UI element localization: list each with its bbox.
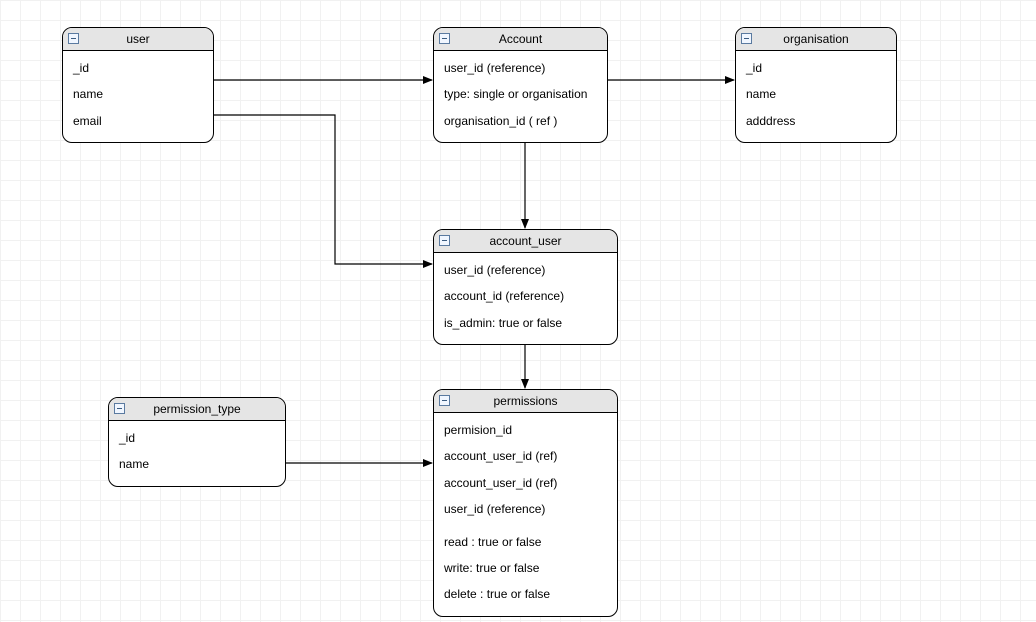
entity-field: user_id (reference) (442, 55, 599, 81)
entity-field: user_id (reference) (442, 496, 609, 522)
entity-permissions[interactable]: permissions permision_id account_user_id… (433, 389, 618, 617)
entity-header[interactable]: user (63, 28, 213, 51)
entity-body: _id name adddress (736, 51, 896, 142)
entity-field: name (71, 81, 205, 107)
entity-field: _id (117, 425, 277, 451)
collapse-icon[interactable] (439, 395, 450, 406)
entity-header[interactable]: permission_type (109, 398, 285, 421)
entity-field: organisation_id ( ref ) (442, 108, 599, 134)
entity-field: name (117, 451, 277, 477)
entity-permission-type[interactable]: permission_type _id name (108, 397, 286, 487)
entity-header[interactable]: Account (434, 28, 607, 51)
entity-field: account_user_id (ref) (442, 443, 609, 469)
diagram-canvas[interactable]: user _id name email Account user_id (ref… (0, 0, 1036, 622)
entity-field: name (744, 81, 888, 107)
entity-title: account_user (489, 234, 561, 248)
entity-account[interactable]: Account user_id (reference) type: single… (433, 27, 608, 143)
collapse-icon[interactable] (114, 403, 125, 414)
entity-body: user_id (reference) type: single or orga… (434, 51, 607, 142)
entity-field: write: true or false (442, 555, 609, 581)
entity-field: type: single or organisation (442, 81, 599, 107)
entity-title: organisation (783, 32, 848, 46)
entity-field: read : true or false (442, 529, 609, 555)
entity-title: permissions (493, 394, 557, 408)
entity-field: account_user_id (ref) (442, 470, 609, 496)
collapse-icon[interactable] (741, 33, 752, 44)
entity-title: Account (499, 32, 542, 46)
entity-header[interactable]: permissions (434, 390, 617, 413)
entity-header[interactable]: account_user (434, 230, 617, 253)
entity-body: permision_id account_user_id (ref) accou… (434, 413, 617, 616)
entity-field: email (71, 108, 205, 134)
entity-body: _id name (109, 421, 285, 486)
collapse-icon[interactable] (439, 235, 450, 246)
collapse-icon[interactable] (439, 33, 450, 44)
entity-body: _id name email (63, 51, 213, 142)
entity-field: permision_id (442, 417, 609, 443)
entity-account-user[interactable]: account_user user_id (reference) account… (433, 229, 618, 345)
entity-organisation[interactable]: organisation _id name adddress (735, 27, 897, 143)
entity-title: permission_type (153, 402, 240, 416)
collapse-icon[interactable] (68, 33, 79, 44)
entity-body: user_id (reference) account_id (referenc… (434, 253, 617, 344)
entity-title: user (126, 32, 149, 46)
entity-field: adddress (744, 108, 888, 134)
entity-field: account_id (reference) (442, 283, 609, 309)
entity-field: delete : true or false (442, 581, 609, 607)
entity-field: user_id (reference) (442, 257, 609, 283)
entity-field: _id (71, 55, 205, 81)
entity-field: is_admin: true or false (442, 310, 609, 336)
entity-user[interactable]: user _id name email (62, 27, 214, 143)
entity-header[interactable]: organisation (736, 28, 896, 51)
entity-field: _id (744, 55, 888, 81)
